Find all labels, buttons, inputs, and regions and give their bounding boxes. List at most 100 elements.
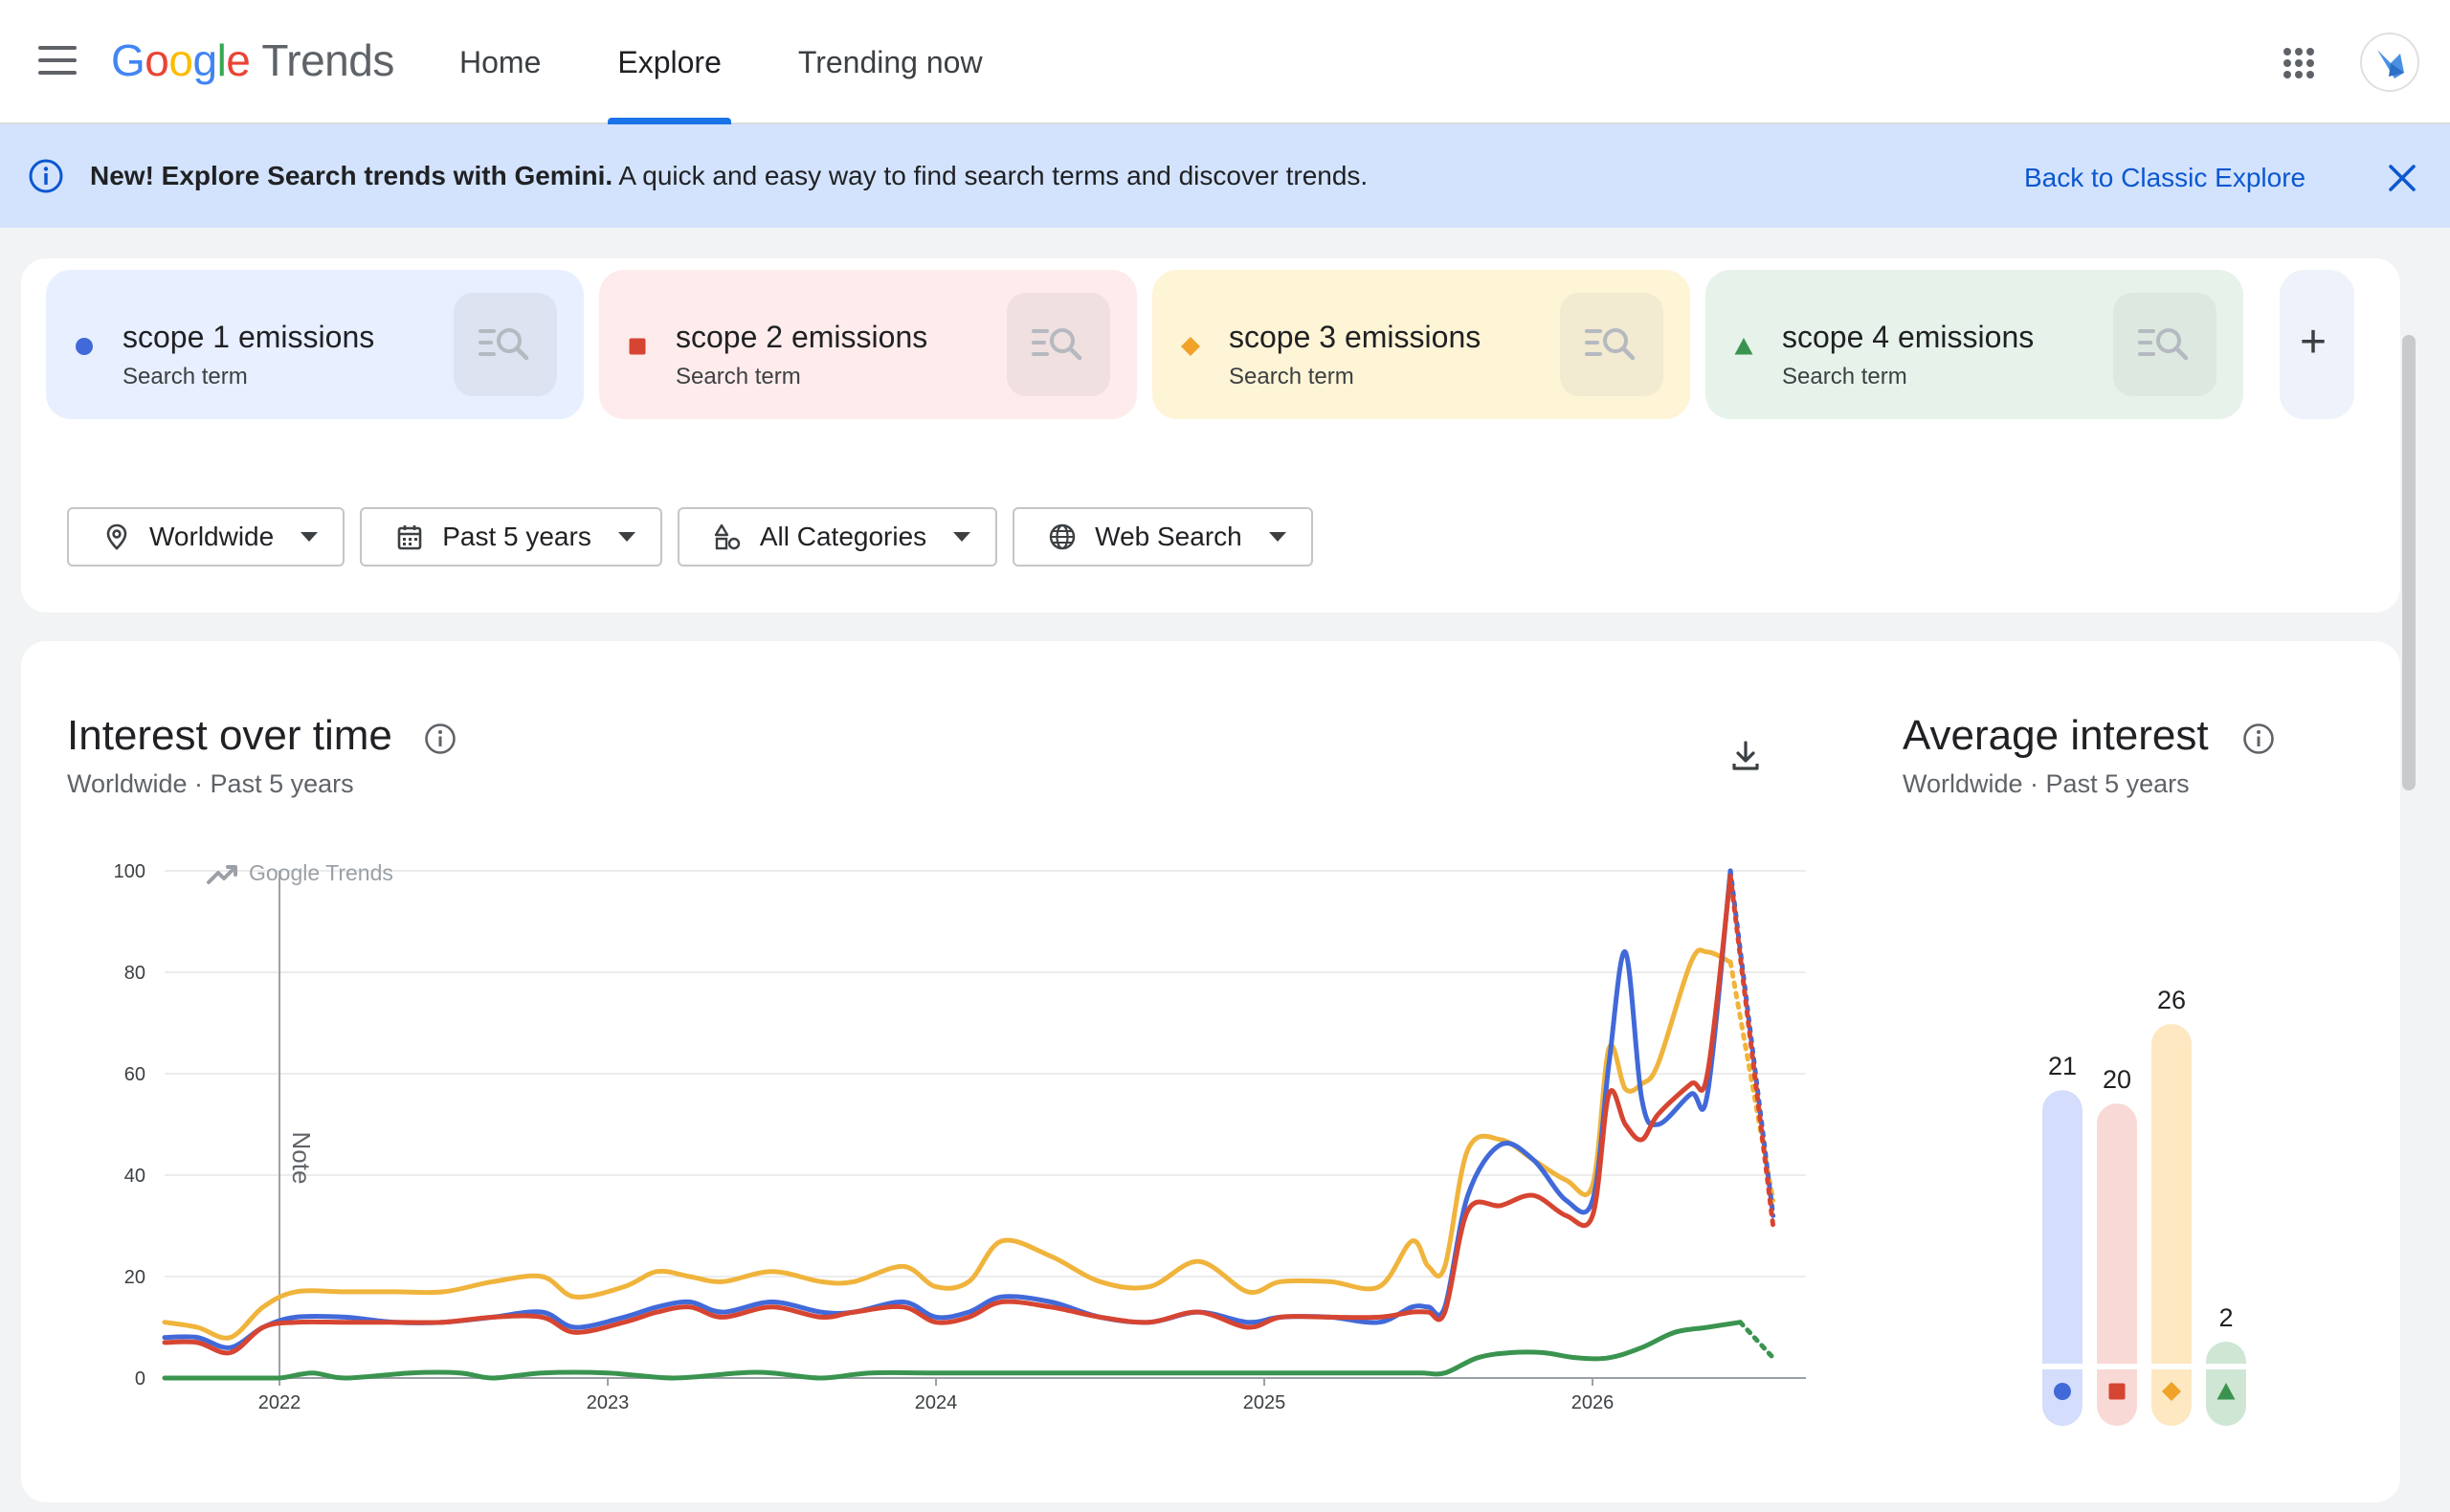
- scope-4-emissions-partial-data-segment: [1737, 1320, 1776, 1361]
- average-interest-info-icon[interactable]: [2241, 722, 2276, 756]
- square-marker-icon: [2108, 1383, 2126, 1400]
- search-property-filter[interactable]: Web Search: [1013, 507, 1313, 567]
- search-term-name[interactable]: scope 2 emissions: [676, 320, 927, 355]
- search-list-icon: [1585, 328, 1636, 361]
- compare-terms-card: scope 1 emissions Search term scope 2 emis…: [21, 258, 2400, 612]
- x-tick-label: 2025: [1243, 1392, 1286, 1413]
- info-icon: [29, 159, 63, 193]
- bar-separator: [2204, 1364, 2248, 1369]
- triangle-marker-icon: [1734, 337, 1753, 356]
- bar-value-label: 21: [2048, 1052, 2077, 1080]
- average-interest-bar[interactable]: [2040, 1090, 2084, 1426]
- y-tick-label: 0: [135, 1368, 145, 1390]
- time-range-filter[interactable]: Past 5 years: [360, 507, 662, 567]
- average-interest-subtitle: Worldwide · Past 5 years: [1903, 769, 2190, 798]
- search-list-icon: [1032, 328, 1082, 361]
- interest-over-time-subtitle: Worldwide · Past 5 years: [67, 769, 354, 798]
- average-interest-bar[interactable]: [2095, 1103, 2139, 1426]
- add-term-button[interactable]: +: [2280, 270, 2354, 419]
- google-apps-icon[interactable]: [2283, 48, 2314, 78]
- download-icon[interactable]: [1726, 737, 1765, 775]
- gemini-banner: New! Explore Search trends with Gemini. …: [0, 124, 2450, 228]
- tab-explore[interactable]: Explore: [579, 0, 760, 124]
- bar-separator: [2040, 1364, 2084, 1369]
- location-filter[interactable]: Worldwide: [67, 507, 345, 567]
- location-pin-icon: [106, 523, 127, 550]
- search-term-chip-4[interactable]: scope 4 emissions Search term: [1705, 270, 2243, 419]
- search-term-chip-3[interactable]: scope 3 emissions Search term: [1152, 270, 1690, 419]
- close-icon[interactable]: [2383, 159, 2421, 197]
- main-menu-icon[interactable]: [38, 46, 77, 78]
- search-term-type: Search term: [1782, 364, 1907, 389]
- y-tick-label: 100: [114, 861, 145, 882]
- category-shapes-icon: [714, 523, 741, 550]
- average-interest-chart: 21 20 26 2: [2040, 986, 2248, 1426]
- chevron-down-icon: [953, 532, 971, 542]
- bar-value-label: 20: [2103, 1065, 2131, 1094]
- search-term-type: Search term: [676, 364, 801, 389]
- chevron-down-icon: [617, 532, 635, 542]
- google-trends-logo[interactable]: Google Trends: [111, 34, 394, 86]
- main-nav: Home Explore Trending now: [421, 0, 1021, 124]
- x-tick-label: 2023: [587, 1392, 630, 1413]
- search-term-chip-1[interactable]: scope 1 emissions Search term: [46, 270, 584, 419]
- diamond-marker-icon: [1181, 337, 1200, 356]
- average-interest-title: Average interest: [1903, 712, 2209, 759]
- account-avatar[interactable]: [2360, 33, 2419, 92]
- plus-icon: +: [2300, 317, 2328, 367]
- scope-3-emissions-line: [162, 947, 1733, 1341]
- interest-card: Interest over time Worldwide · Past 5 ye…: [21, 641, 2400, 1502]
- logo-trends-text: Trends: [261, 35, 394, 85]
- trending-arrow-icon: [207, 865, 237, 884]
- average-interest-bar[interactable]: [2204, 1342, 2248, 1426]
- square-marker-icon: [628, 337, 647, 356]
- scope-4-emissions-line: [162, 1320, 1743, 1381]
- category-filter[interactable]: All Categories: [677, 507, 998, 567]
- bar-fill: [2042, 1090, 2082, 1426]
- bar-separator: [2149, 1364, 2194, 1369]
- back-to-classic-explore-link[interactable]: Back to Classic Explore: [2024, 159, 2305, 197]
- category-filter-label: All Categories: [759, 522, 927, 551]
- chevron-down-icon: [301, 532, 319, 542]
- bar-value-label: 26: [2157, 986, 2186, 1014]
- banner-message: New! Explore Search trends with Gemini. …: [90, 157, 1368, 195]
- bird-avatar-icon: [2377, 50, 2404, 78]
- average-interest-bar[interactable]: [2149, 1024, 2194, 1426]
- globe-icon: [1049, 523, 1076, 550]
- location-filter-label: Worldwide: [149, 522, 275, 551]
- tab-home[interactable]: Home: [421, 0, 579, 122]
- search-term-type: Search term: [1229, 364, 1354, 389]
- bar-value-label: 2: [2218, 1303, 2233, 1332]
- search-term-name[interactable]: scope 1 emissions: [122, 320, 374, 355]
- time-range-filter-label: Past 5 years: [442, 522, 591, 551]
- interest-over-time-info-icon[interactable]: [423, 722, 457, 756]
- refine-search-button[interactable]: [1007, 293, 1110, 396]
- search-term-chip-2[interactable]: scope 2 emissions Search term: [599, 270, 1137, 419]
- search-term-name[interactable]: scope 4 emissions: [1782, 320, 2034, 355]
- bar-separator: [2095, 1364, 2139, 1369]
- refine-search-button[interactable]: [454, 293, 557, 396]
- bar-fill: [2097, 1103, 2137, 1426]
- circle-marker-icon: [75, 337, 94, 356]
- scope-2-emissions-line: [162, 873, 1733, 1356]
- tab-trending-now[interactable]: Trending now: [760, 0, 1021, 122]
- x-tick-label: 2022: [258, 1392, 301, 1413]
- search-term-name[interactable]: scope 3 emissions: [1229, 320, 1481, 355]
- chevron-down-icon: [1268, 532, 1286, 542]
- interest-over-time-title: Interest over time: [67, 712, 392, 759]
- logo-google-text: Google: [111, 35, 251, 85]
- note-label: Note: [287, 1132, 316, 1185]
- google-trends-watermark: Google Trends: [249, 860, 393, 885]
- y-tick-label: 80: [124, 963, 145, 984]
- y-tick-label: 40: [124, 1166, 145, 1187]
- search-property-filter-label: Web Search: [1095, 522, 1242, 551]
- search-term-type: Search term: [122, 364, 248, 389]
- calendar-icon: [397, 525, 422, 550]
- circle-marker-icon: [2054, 1383, 2071, 1400]
- banner-bold-text: New! Explore Search trends with Gemini.: [90, 161, 613, 190]
- x-tick-label: 2026: [1571, 1392, 1615, 1413]
- page-scrollbar[interactable]: [2402, 335, 2416, 790]
- refine-search-button[interactable]: [1560, 293, 1663, 396]
- filter-bar: Worldwide Past 5 years All Categories We…: [67, 507, 1313, 567]
- refine-search-button[interactable]: [2113, 293, 2216, 396]
